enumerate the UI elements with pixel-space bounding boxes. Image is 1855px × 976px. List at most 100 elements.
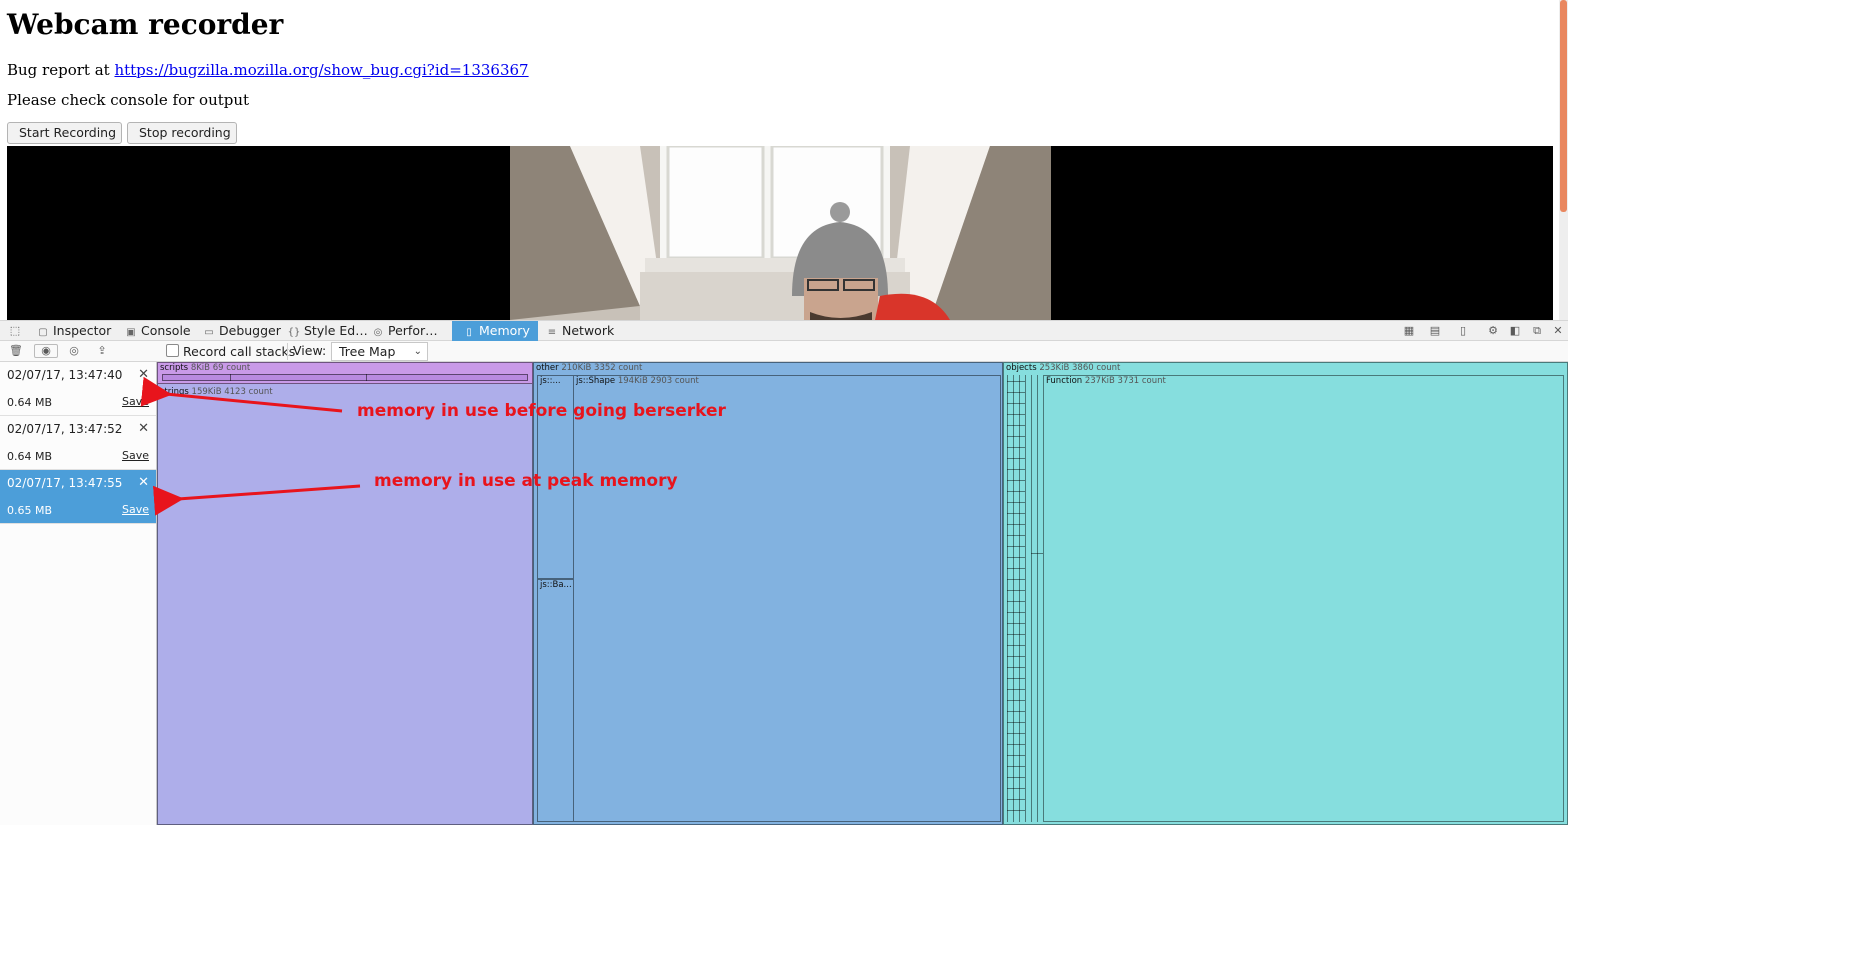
- treemap-node-js-shape[interactable]: js::Shape 194KiB 2903 count: [573, 375, 1001, 822]
- tab-memory[interactable]: ▯ Memory: [452, 321, 538, 341]
- treemap-label: js::Shape 194KiB 2903 count: [576, 376, 699, 386]
- treemap-node-scripts[interactable]: scripts 8KiB 69 count: [157, 362, 533, 384]
- memory-icon: ▯: [466, 327, 472, 338]
- node-meta: 253KiB 3860 count: [1039, 363, 1121, 373]
- snapshot-date: 02/07/17, 13:47:40: [7, 368, 123, 382]
- tab-style-editor[interactable]: {} Style Ed…: [287, 321, 368, 341]
- treemap-cell-row: [1007, 656, 1025, 657]
- treemap-node-strings[interactable]: strings 159KiB 4123 count: [157, 362, 533, 825]
- save-snapshot-link[interactable]: Save: [122, 503, 149, 516]
- close-icon[interactable]: ✕: [138, 421, 149, 436]
- treemap-small-objects[interactable]: [1007, 375, 1043, 822]
- import-snapshot-icon[interactable]: ⇪: [94, 344, 110, 358]
- undock-window-icon[interactable]: ⧉: [1530, 324, 1544, 338]
- annotation-before: memory in use before going berserker: [357, 401, 726, 421]
- record-allocations-icon[interactable]: ◎: [66, 344, 82, 358]
- webcam-scene-image: [510, 146, 1051, 320]
- page-scrollbar[interactable]: [1559, 0, 1568, 320]
- close-icon[interactable]: ✕: [138, 367, 149, 382]
- tree-map[interactable]: strings 159KiB 4123 count scripts 8KiB 6…: [157, 362, 1568, 825]
- annotation-peak: memory in use at peak memory: [374, 471, 678, 491]
- node-name: strings: [160, 387, 189, 397]
- split-console-icon[interactable]: ▤: [1428, 324, 1442, 338]
- node-name: scripts: [160, 363, 189, 373]
- treemap-label: objects 253KiB 3860 count: [1006, 363, 1120, 373]
- view-select[interactable]: Tree Map ⌄: [331, 342, 428, 361]
- save-snapshot-link[interactable]: Save: [122, 449, 149, 462]
- node-meta: 237KiB 3731 count: [1084, 376, 1166, 386]
- devtools-toolbar: ⬚ ▢ Inspector ▣ Console ▭ Debugger {} Style …: [0, 320, 1568, 341]
- treemap-cell-row: [1007, 502, 1025, 503]
- treemap-label: js::Ba...: [540, 580, 572, 590]
- snapshot-item[interactable]: 02/07/17, 13:47:40 ✕ 0.64 MB Save: [0, 362, 156, 416]
- treemap-cell-row: [1007, 667, 1025, 668]
- treemap-label: scripts 8KiB 69 count: [160, 363, 250, 373]
- treemap-subnode[interactable]: [162, 374, 528, 381]
- bug-report-link[interactable]: https://bugzilla.mozilla.org/show_bug.cg…: [114, 61, 528, 79]
- snapshot-size: 0.64 MB: [7, 396, 53, 409]
- webcam-video[interactable]: [7, 146, 1553, 320]
- treemap-divider: [366, 374, 367, 381]
- treemap-cell-column: [1037, 375, 1038, 822]
- close-devtools-icon[interactable]: ✕: [1551, 324, 1565, 338]
- treemap-cell-row: [1007, 623, 1025, 624]
- frame-select-icon[interactable]: ▦: [1400, 324, 1418, 338]
- responsive-design-icon[interactable]: ▯: [1456, 324, 1470, 338]
- style-editor-icon: {}: [287, 327, 301, 338]
- console-note: Please check console for output: [7, 91, 250, 109]
- tab-label: Style Ed…: [304, 323, 368, 338]
- treemap-cell-column: [1025, 375, 1026, 822]
- network-icon: ≡: [547, 327, 557, 338]
- treemap-cell-row: [1007, 557, 1025, 558]
- take-snapshot-camera-icon[interactable]: ◉: [34, 344, 58, 358]
- snapshot-date: 02/07/17, 13:47:52: [7, 422, 123, 436]
- treemap-cell-row: [1007, 568, 1025, 569]
- treemap-cell-row: [1007, 447, 1025, 448]
- tab-debugger[interactable]: ▭ Debugger: [202, 321, 281, 341]
- tab-network[interactable]: ≡ Network: [545, 321, 614, 341]
- performance-icon: ◎: [373, 327, 383, 338]
- devtools-panel: ⬚ ▢ Inspector ▣ Console ▭ Debugger {} Style …: [0, 320, 1568, 825]
- snapshot-item[interactable]: 02/07/17, 13:47:52 ✕ 0.64 MB Save: [0, 416, 156, 470]
- treemap-cell-row: [1007, 381, 1025, 382]
- treemap-node-js-ba[interactable]: js::Ba...: [537, 579, 574, 822]
- treemap-cell-row: [1007, 689, 1025, 690]
- tab-inspector[interactable]: ▢ Inspector: [36, 321, 111, 341]
- snapshot-size: 0.64 MB: [7, 450, 53, 463]
- treemap-cell-row: [1007, 722, 1025, 723]
- treemap-cell-row: [1007, 403, 1025, 404]
- node-meta: 159KiB 4123 count: [191, 387, 273, 397]
- treemap-cell-row: [1007, 612, 1025, 613]
- tab-performance[interactable]: ◎ Perfor…: [371, 321, 438, 341]
- console-icon: ▣: [126, 327, 136, 338]
- snapshot-date: 02/07/17, 13:47:55: [7, 476, 123, 490]
- tab-label: Memory: [479, 323, 530, 338]
- element-picker-icon[interactable]: ⬚: [8, 324, 22, 338]
- dock-side-icon[interactable]: ◧: [1508, 324, 1522, 338]
- tab-console[interactable]: ▣ Console: [124, 321, 190, 341]
- treemap-cell-row: [1007, 733, 1025, 734]
- stop-recording-button[interactable]: Stop recording: [127, 122, 237, 144]
- record-call-stacks-checkbox[interactable]: [166, 344, 179, 357]
- treemap-label: Function 237KiB 3731 count: [1046, 376, 1166, 386]
- treemap-label: strings 159KiB 4123 count: [160, 387, 273, 397]
- treemap-cell-row: [1007, 458, 1025, 459]
- page-scrollbar-thumb[interactable]: [1560, 0, 1567, 212]
- treemap-cell-row: [1007, 480, 1025, 481]
- tab-label: Debugger: [219, 323, 281, 338]
- clear-snapshots-icon[interactable]: 🗑: [8, 344, 24, 358]
- treemap-cell-row: [1007, 590, 1025, 591]
- treemap-node-function[interactable]: Function 237KiB 3731 count: [1043, 375, 1564, 822]
- snapshot-item-selected[interactable]: 02/07/17, 13:47:55 ✕ 0.65 MB Save: [0, 470, 156, 524]
- node-meta: 210KiB 3352 count: [561, 363, 643, 373]
- start-recording-button[interactable]: Start Recording: [7, 122, 122, 144]
- treemap-node-objects[interactable]: objects 253KiB 3860 count Function 237Ki…: [1003, 362, 1568, 825]
- treemap-node-other[interactable]: other 210KiB 3352 count js::... js::Ba..…: [533, 362, 1003, 825]
- treemap-cell-row: [1007, 535, 1025, 536]
- treemap-cell-row: [1007, 788, 1025, 789]
- memory-toolbar: 🗑 ◉ ◎ ⇪ Record call stacks View: Tree Ma…: [0, 341, 1568, 362]
- node-name: js::Shape: [576, 376, 616, 386]
- close-icon[interactable]: ✕: [138, 475, 149, 490]
- settings-gear-icon[interactable]: ⚙: [1486, 324, 1500, 338]
- save-snapshot-link[interactable]: Save: [122, 395, 149, 408]
